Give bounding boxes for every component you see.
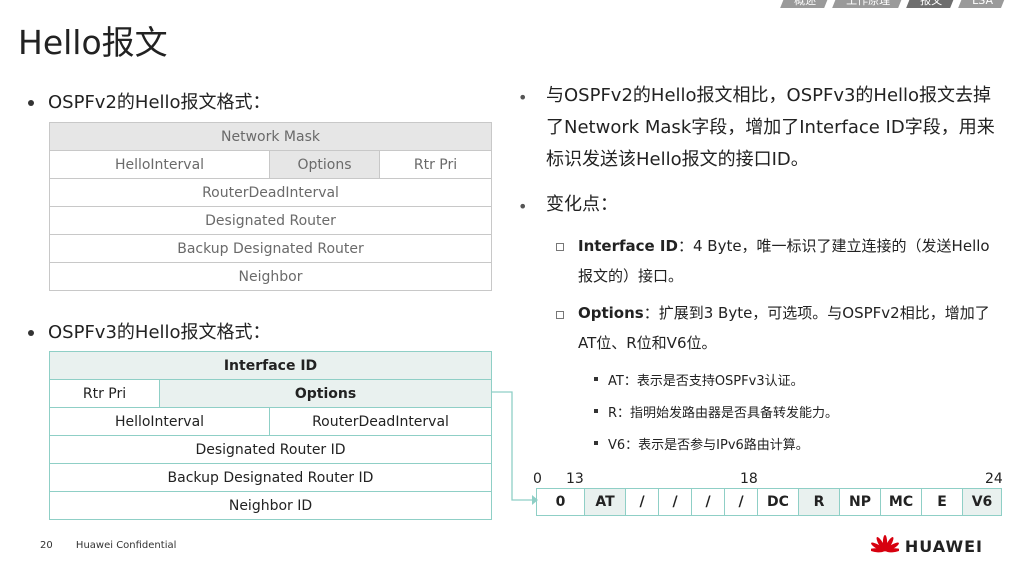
field-interface-id: Interface ID xyxy=(49,351,492,380)
bit-label-13: 13 xyxy=(566,471,584,487)
bit-v6-desc: V6：表示是否参与IPv6路由计算。 xyxy=(608,438,809,453)
change-interface-id: Interface ID：4 Byte，唯一标识了建立连接的（发送Hello报文… xyxy=(578,231,998,291)
bit-cell: 0 xyxy=(537,489,585,515)
field-neighbor-id: Neighbor ID xyxy=(49,491,492,520)
nav-item-principle[interactable]: 工作原理 xyxy=(832,0,904,8)
footer: 20 Huawei Confidential xyxy=(40,540,176,551)
bullet-icon: • xyxy=(518,88,528,107)
bit-at-desc: AT：表示是否支持OSPFv3认证。 xyxy=(608,374,804,389)
bit-cell: DC xyxy=(758,489,799,515)
field-neighbor: Neighbor xyxy=(48,262,493,291)
comparison-paragraph: 与OSPFv2的Hello报文相比，OSPFv3的Hello报文去掉了Netwo… xyxy=(546,85,995,170)
bit-r-desc: R：指明始发路由器是否具备转发能力。 xyxy=(608,406,839,421)
huawei-logo: HUAWEI xyxy=(870,535,983,557)
field-options: Options xyxy=(159,379,492,408)
bit-cell: V6 xyxy=(963,489,1001,515)
bit-label-0: 0 xyxy=(533,471,542,487)
v3-heading: OSPFv3的Hello报文格式： xyxy=(28,318,271,344)
field-hello-interval: HelloInterval xyxy=(49,407,270,436)
nav-item-overview[interactable]: 概述 xyxy=(780,0,830,8)
page-number: 20 xyxy=(40,540,53,551)
nav-item-packet[interactable]: 报文 xyxy=(906,0,956,8)
field-rtr-pri: Rtr Pri xyxy=(378,150,493,179)
field-designated-router-id: Designated Router ID xyxy=(49,435,492,464)
bullet-icon xyxy=(594,409,598,413)
v3-heading-text: OSPFv3的Hello报文格式： xyxy=(48,322,271,343)
logo-text: HUAWEI xyxy=(904,536,983,556)
field-router-dead-interval: RouterDeadInterval xyxy=(269,407,492,436)
bullet-icon xyxy=(594,441,598,445)
bit-cell: AT xyxy=(585,489,626,515)
bullet-icon: • xyxy=(518,197,528,216)
bullet-icon xyxy=(594,377,598,381)
field-backup-designated-router-id: Backup Designated Router ID xyxy=(49,463,492,492)
huawei-petal-icon xyxy=(870,535,899,553)
bit-cell: / xyxy=(659,489,692,515)
bit-cell: / xyxy=(725,489,758,515)
bit-cell: / xyxy=(692,489,725,515)
bit-cell: NP xyxy=(840,489,881,515)
ospfv2-hello-table: Network Mask HelloInterval Options Rtr P… xyxy=(48,122,493,291)
options-bit-field: 0 AT / / / / DC R NP MC E V6 xyxy=(536,488,1002,516)
field-router-dead-interval: RouterDeadInterval xyxy=(48,178,493,207)
change-options: Options：扩展到3 Byte，可选项。与OSPFv2相比，增加了AT位、R… xyxy=(578,298,998,358)
bullet-icon xyxy=(28,330,34,336)
change-options-label: Options xyxy=(578,304,644,322)
field-backup-designated-router: Backup Designated Router xyxy=(48,234,493,263)
nav-item-lsa[interactable]: LSA xyxy=(958,0,1007,8)
field-network-mask: Network Mask xyxy=(48,122,493,151)
bit-label-24: 24 xyxy=(985,471,1003,487)
bit-cell: / xyxy=(626,489,659,515)
field-options: Options xyxy=(269,150,380,179)
ospfv3-hello-table: Interface ID Rtr Pri Options HelloInterv… xyxy=(49,351,492,520)
field-hello-interval: HelloInterval xyxy=(49,150,270,179)
bullet-icon xyxy=(28,100,34,106)
bit-cell: MC xyxy=(881,489,922,515)
field-rtr-pri: Rtr Pri xyxy=(49,379,160,408)
top-nav: 概述 工作原理 报文 LSA xyxy=(778,0,1007,8)
v2-heading: OSPFv2的Hello报文格式： xyxy=(28,88,271,114)
bit-label-18: 18 xyxy=(740,471,758,487)
bit-cell: E xyxy=(922,489,963,515)
v2-heading-text: OSPFv2的Hello报文格式： xyxy=(48,92,271,113)
change-interface-id-label: Interface ID xyxy=(578,237,678,255)
square-bullet-icon xyxy=(556,311,564,319)
changes-heading: 变化点： xyxy=(546,194,618,215)
bit-cell: R xyxy=(799,489,840,515)
square-bullet-icon xyxy=(556,243,564,251)
confidential-label: Huawei Confidential xyxy=(75,540,177,551)
options-connector-arrow xyxy=(491,391,538,505)
field-designated-router: Designated Router xyxy=(48,206,493,235)
page-title: Hello报文 xyxy=(18,23,168,62)
